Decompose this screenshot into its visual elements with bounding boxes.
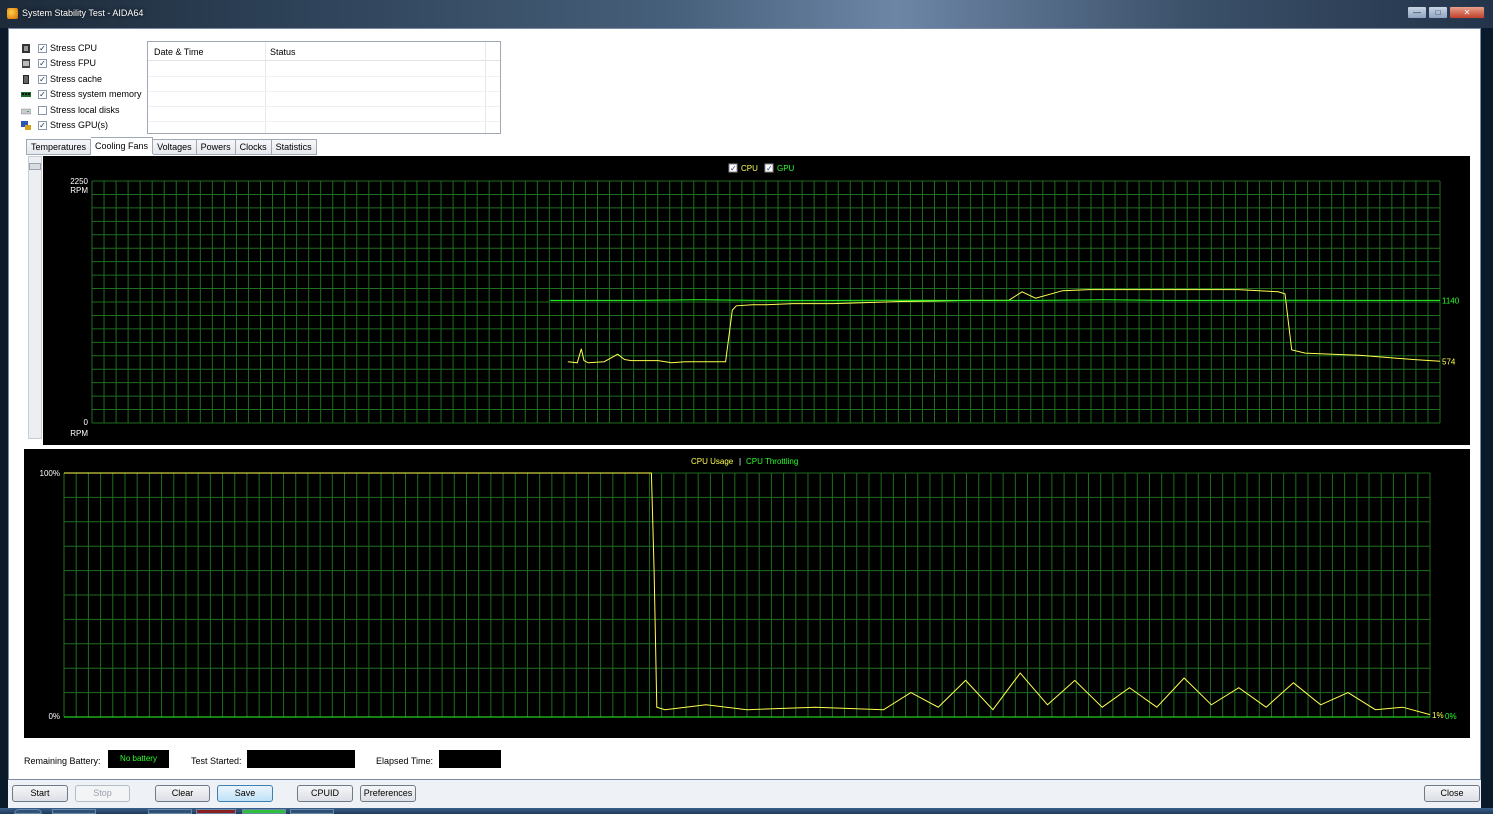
stress-memory-option[interactable]: ✓ Stress system memory [21,87,142,101]
legend-cpu: CPU [741,164,758,173]
log-column-divider [265,42,266,133]
log-header: Date & Time Status [148,42,500,61]
log-row [148,91,500,92]
cpu-usage-chart-svg: 100%0%CPU Usage | CPU Throttling1% 0% [40,457,1457,721]
clear-button[interactable]: Clear [155,785,210,802]
fan-list-scrollbar[interactable] [28,156,42,439]
stress-fpu-option[interactable]: ✓ Stress FPU [21,56,96,70]
stress-disks-checkbox[interactable] [38,105,47,115]
elapsed-time-value [439,750,501,768]
window-close-button[interactable]: ✕ [1449,6,1485,19]
gpu-icon [21,120,31,130]
legend-separator: | [739,457,741,466]
log-row [148,121,500,122]
stress-cache-checkbox[interactable]: ✓ [38,74,47,84]
stress-cpu-option[interactable]: ✓ Stress CPU [21,41,97,55]
tab-cooling-fans[interactable]: Cooling Fans [91,137,154,154]
fan-speed-chart-svg: 2250RPM0RPM✓ CPU ✓ GPU5741140 [70,163,1460,438]
stress-disks-option[interactable]: Stress local disks [21,103,120,117]
stress-fpu-checkbox[interactable]: ✓ [38,58,47,68]
stress-gpu-checkbox[interactable]: ✓ [38,120,47,130]
legend-cpu-usage: CPU Usage [691,457,734,466]
minimize-button[interactable]: — [1407,6,1427,19]
sensor-tabs: Temperatures Cooling Fans Voltages Power… [26,137,317,155]
taskbar [0,808,1493,814]
series-cpu-throttling-value-label: 0% [1445,712,1457,721]
fpu-icon [22,58,30,68]
scrollbar-thumb[interactable] [29,163,41,170]
status-log-table[interactable]: Date & Time Status [147,41,501,134]
stress-cpu-checkbox[interactable]: ✓ [38,43,47,53]
log-column-status[interactable]: Status [270,47,296,57]
tab-temperatures[interactable]: Temperatures [26,139,92,155]
taskbar-item[interactable] [148,809,192,814]
test-started-value [247,750,355,768]
cpu-usage-graph: 100% 0% CPU Usage | CPU Throttling 1% 0% [24,449,1470,738]
remaining-battery-value: No battery [108,750,169,768]
cache-icon [23,74,29,84]
tab-clocks[interactable]: Clocks [235,139,272,155]
title-bar[interactable]: System Stability Test - AIDA64 — □ ✕ [0,0,1493,28]
taskbar-item[interactable] [290,809,334,814]
remaining-battery-label: Remaining Battery: [24,756,101,766]
y-axis-unit-label: RPM [70,186,88,195]
button-bar: Start Stop Clear Save CPUID Preferences … [8,780,1481,808]
stress-cache-label: Stress cache [50,74,103,84]
stress-gpu-label: Stress GPU(s) [50,120,109,130]
window-title: System Stability Test - AIDA64 [22,8,144,18]
legend-cpu-throttling: CPU Throttling [746,457,798,466]
tab-powers[interactable]: Powers [196,139,236,155]
log-row [148,106,500,107]
memory-icon [21,91,31,97]
cpuid-button[interactable]: CPUID [297,785,353,802]
test-started-label: Test Started: [191,756,242,766]
maximize-button[interactable]: □ [1428,6,1448,19]
series-cpu-usage-value-label: 1% [1432,711,1444,720]
stress-memory-label: Stress system memory [50,89,142,99]
stop-button[interactable]: Stop [75,785,130,802]
preferences-button[interactable]: Preferences [360,785,416,802]
stress-gpu-option[interactable]: ✓ Stress GPU(s) [21,118,108,132]
cpu-icon [22,43,30,53]
log-column-divider [485,42,486,133]
log-row [148,76,500,77]
y-axis-max-label: 2250 [70,177,88,186]
start-button[interactable]: Start [12,785,68,802]
main-client-area: ✓ Stress CPU ✓ Stress FPU ✓ Stress cache… [8,28,1481,780]
stress-disks-label: Stress local disks [50,105,120,115]
series-cpu-value-label: 574 [1442,357,1456,366]
aida64-app-icon [7,8,18,19]
stress-cpu-label: Stress CPU [50,43,98,53]
legend-check-icon: ✓ [766,164,773,173]
taskbar-item[interactable] [242,809,286,814]
stress-cache-option[interactable]: ✓ Stress cache [21,72,102,86]
window-controls: — □ ✕ [1407,6,1485,19]
close-button[interactable]: Close [1424,785,1480,802]
elapsed-time-label: Elapsed Time: [376,756,434,766]
tab-statistics[interactable]: Statistics [271,139,317,155]
taskbar-item[interactable] [52,809,96,814]
legend-gpu: GPU [777,164,795,173]
save-button[interactable]: Save [217,785,273,802]
disk-icon [21,108,31,114]
start-orb[interactable] [14,809,42,814]
legend-check-icon: ✓ [730,164,737,173]
y-axis-unit-label: RPM [70,429,88,438]
tab-voltages[interactable]: Voltages [153,139,197,155]
y-axis-max-label: 100% [40,469,60,478]
fan-speed-graph: 2250 RPM 0 RPM ✓ CPU ✓ GPU 574 1140 [43,156,1470,445]
y-axis-min-label: 0 [84,418,89,427]
y-axis-min-label: 0% [48,712,60,721]
stress-memory-checkbox[interactable]: ✓ [38,89,47,99]
series-gpu-value-label: 1140 [1442,296,1460,305]
log-column-datetime[interactable]: Date & Time [154,47,204,57]
taskbar-item[interactable] [196,809,236,814]
stress-fpu-label: Stress FPU [50,58,97,68]
